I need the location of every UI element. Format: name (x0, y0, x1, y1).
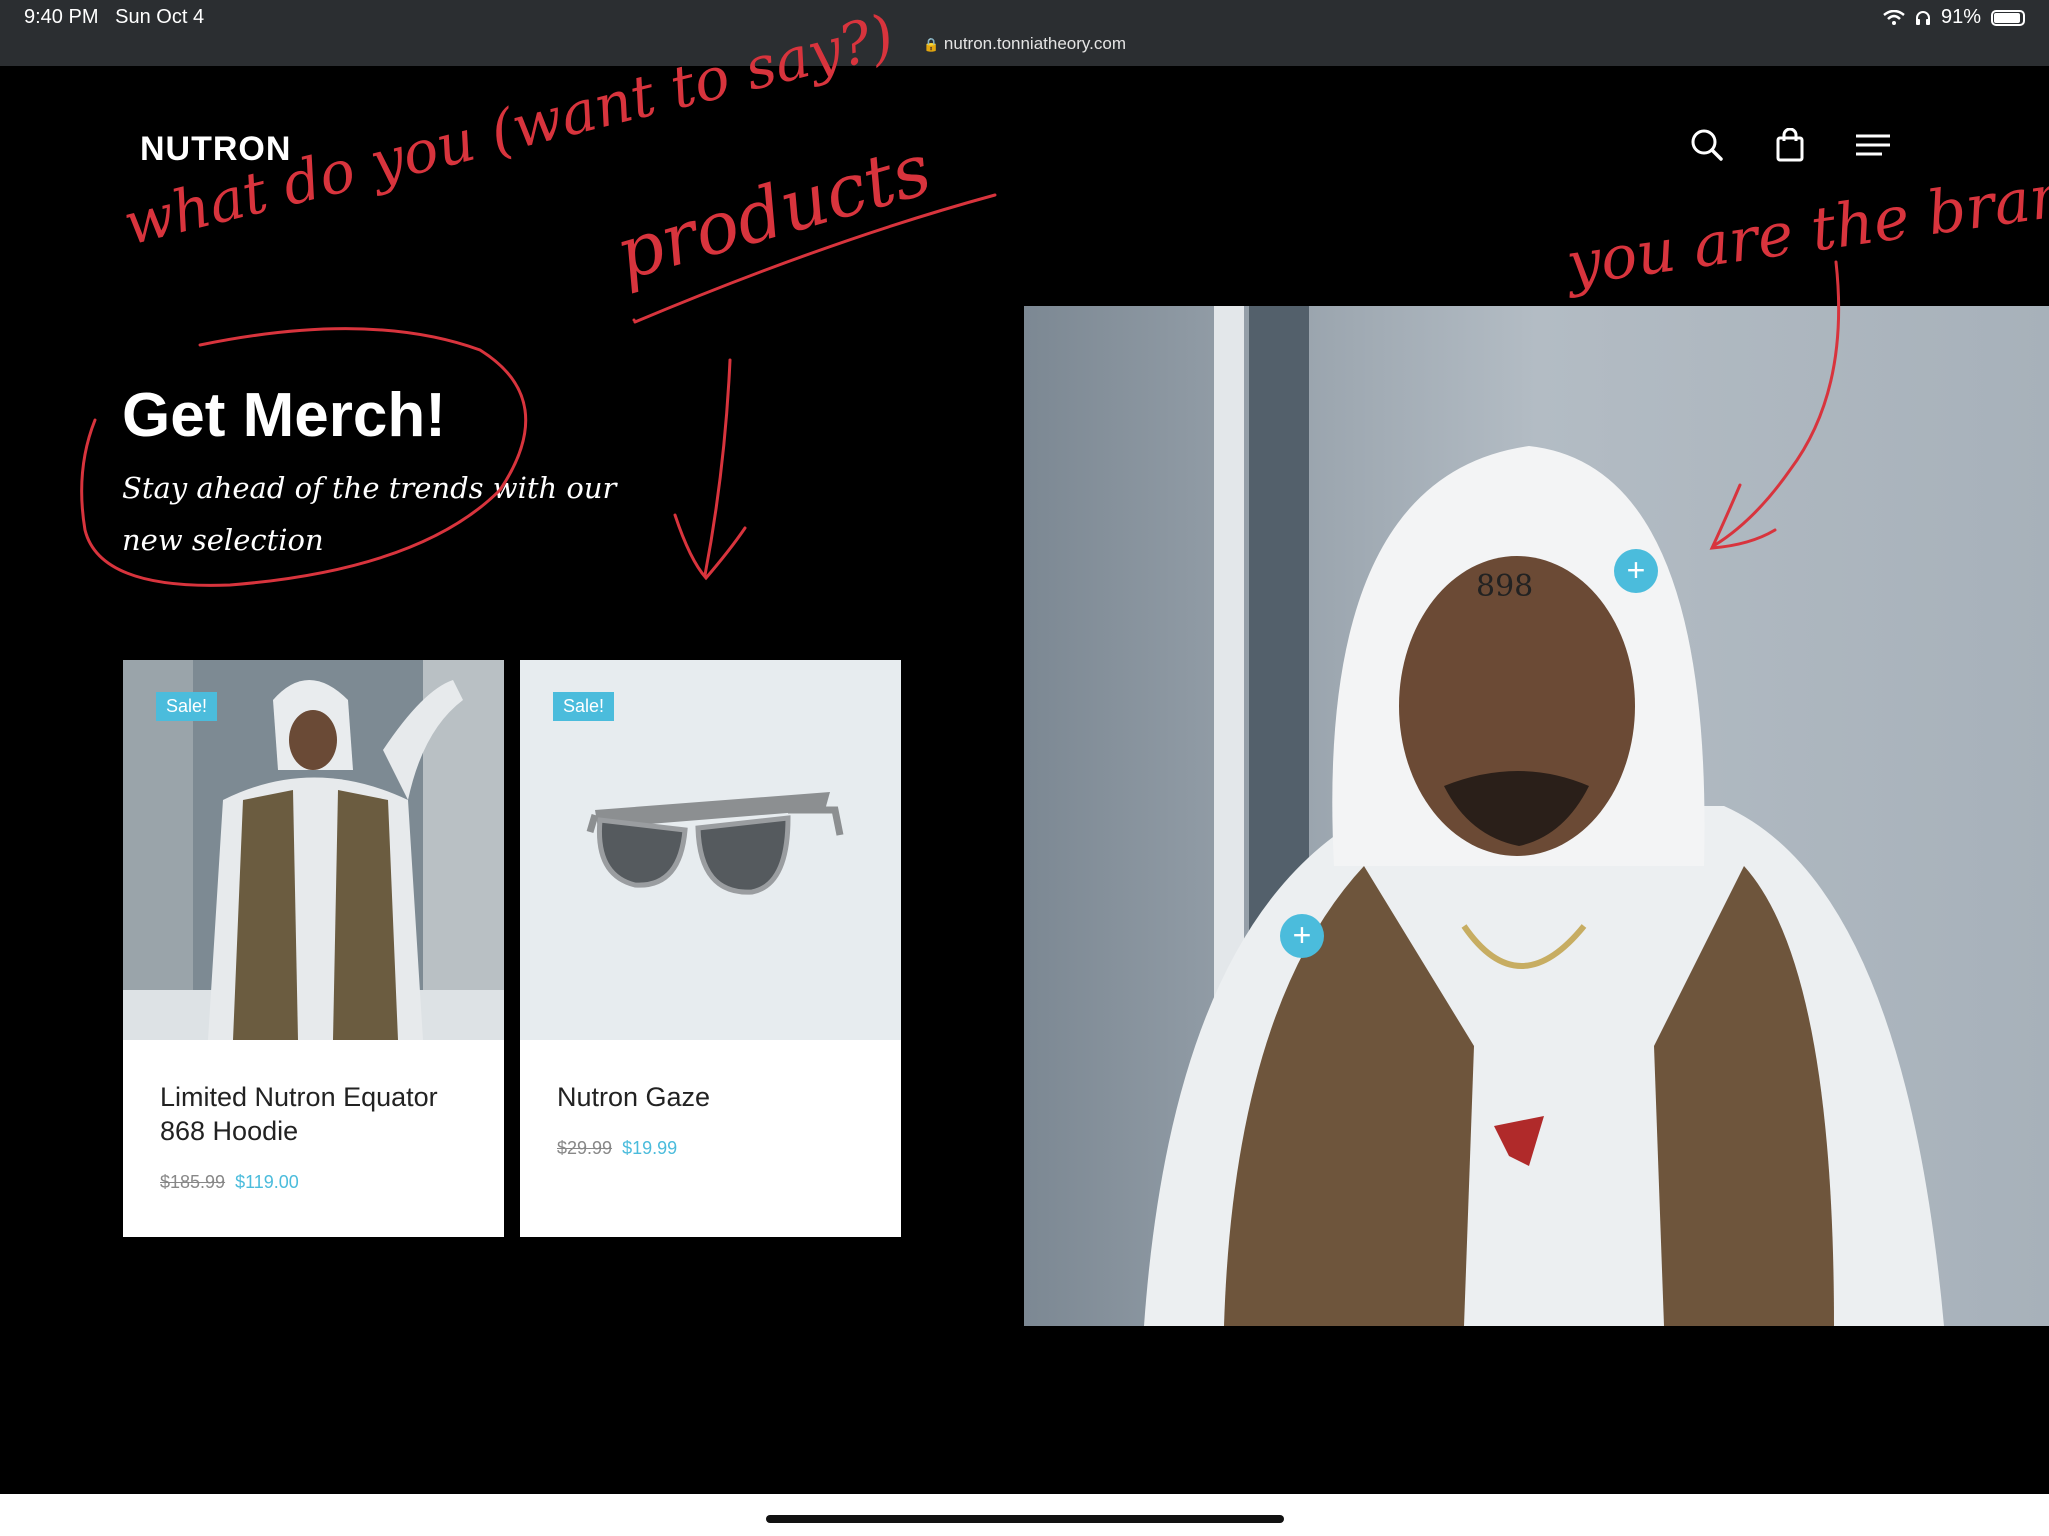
product-image-hoodie[interactable]: Sale! (123, 660, 504, 1040)
hero-title: Get Merch! (122, 381, 446, 450)
old-price: $185.99 (160, 1172, 226, 1192)
hero-subtitle: Stay ahead of the trends with our new se… (122, 471, 617, 557)
sale-badge: Sale! (553, 692, 615, 721)
date: Sun Oct 4 (115, 6, 205, 28)
search-icon[interactable] (1690, 128, 1724, 162)
status-icons: 91% (1883, 6, 2025, 29)
sale-badge: Sale! (156, 692, 218, 721)
battery-percent: 91% (1940, 6, 1981, 28)
site-logo[interactable]: NUTRON (140, 130, 291, 169)
headphones-icon (1915, 10, 1930, 25)
old-price: $29.99 (557, 1138, 613, 1158)
product-price: $29.99 $19.99 (557, 1138, 677, 1159)
clock: 9:40 PM (24, 6, 99, 28)
product-price: $185.99 $119.00 (160, 1172, 299, 1193)
product-name[interactable]: Limited Nutron Equator 868 Hoodie (160, 1080, 480, 1148)
product-image-sunglasses[interactable]: Sale! (520, 660, 901, 1040)
status-time: 9:40 PM Sun Oct 4 (24, 6, 204, 29)
product-name[interactable]: Nutron Gaze (557, 1080, 877, 1114)
product-card[interactable]: Sale! Limited Nutron Equator 868 Hoodie … (123, 660, 504, 1237)
shopping-bag-icon[interactable] (1776, 128, 1804, 162)
sale-price: $119.00 (235, 1172, 299, 1192)
sale-price: $19.99 (622, 1138, 678, 1158)
status-bar: 9:40 PM Sun Oct 4 91% 🔒 nutron.tonniathe… (0, 0, 2049, 66)
header-icons (1690, 128, 1890, 162)
annotation-note-2: products (607, 127, 940, 297)
address-bar[interactable]: 🔒 nutron.tonniatheory.com (0, 34, 2049, 54)
svg-text:898: 898 (1476, 569, 1533, 604)
home-indicator[interactable] (766, 1515, 1284, 1523)
battery-icon (1991, 9, 2025, 26)
menu-icon[interactable] (1856, 133, 1890, 157)
annotation-note-3: you are the brand! (1559, 151, 2049, 300)
lock-icon: 🔒 (923, 37, 940, 52)
hotspot-vest[interactable]: + (1280, 914, 1324, 958)
wifi-icon (1883, 9, 1905, 25)
product-card[interactable]: Sale! Nutron Gaze $29.99 $19.99 (520, 660, 901, 1237)
hotspot-hood[interactable]: + (1614, 549, 1658, 593)
hero-photo: 898 + + (1024, 306, 2049, 1326)
url-text: nutron.tonniatheory.com (943, 34, 1126, 53)
